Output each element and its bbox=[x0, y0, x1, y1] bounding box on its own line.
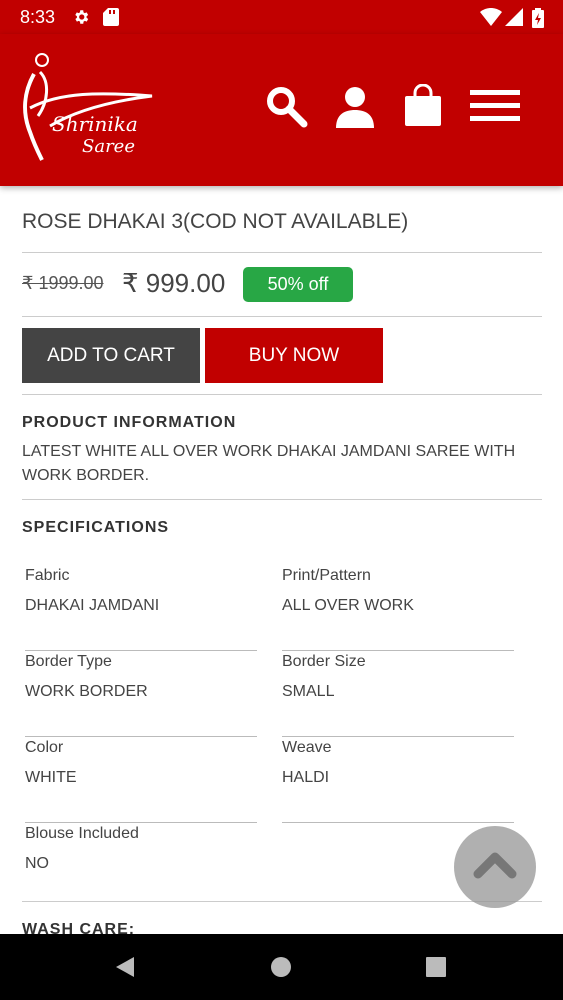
signal-icon bbox=[505, 8, 523, 26]
scroll-top-icon bbox=[473, 852, 517, 879]
spec-value: NO bbox=[25, 855, 49, 872]
divider bbox=[22, 252, 542, 253]
product-info-heading: PRODUCT INFORMATION bbox=[22, 414, 237, 431]
spec-label: Fabric bbox=[25, 567, 70, 584]
spec-border-type: Border Type WORK BORDER bbox=[25, 653, 257, 737]
scroll-top-button[interactable] bbox=[454, 826, 536, 908]
spec-weave: Weave HALDI bbox=[282, 739, 514, 823]
spec-print-pattern: Print/Pattern ALL OVER WORK bbox=[282, 567, 514, 651]
spec-divider bbox=[25, 736, 257, 737]
spec-label: Border Size bbox=[282, 653, 366, 670]
divider bbox=[22, 316, 542, 317]
spec-divider bbox=[282, 822, 514, 823]
spec-border-size: Border Size SMALL bbox=[282, 653, 514, 737]
settings-icon bbox=[75, 10, 89, 24]
spec-value: HALDI bbox=[282, 769, 330, 786]
spec-color: Color WHITE bbox=[25, 739, 257, 823]
brand-subtitle: Saree bbox=[82, 136, 135, 157]
back-icon[interactable] bbox=[114, 955, 136, 979]
spec-label: Color bbox=[25, 739, 64, 756]
wifi-icon bbox=[480, 8, 502, 26]
spec-label: Weave bbox=[282, 739, 332, 756]
spec-label: Blouse Included bbox=[25, 825, 139, 842]
sale-price: ₹ 999.00 bbox=[122, 268, 226, 298]
system-nav-bar bbox=[0, 934, 563, 1000]
spec-label: Print/Pattern bbox=[282, 567, 371, 584]
spec-value: DHAKAI JAMDANI bbox=[25, 597, 160, 614]
app-header: Shrinika Saree bbox=[0, 34, 563, 186]
spec-value: WHITE bbox=[25, 769, 77, 786]
divider bbox=[22, 394, 542, 395]
spec-fabric: Fabric DHAKAI JAMDANI bbox=[25, 567, 257, 651]
shopping-bag-icon[interactable] bbox=[401, 84, 445, 128]
specifications-heading: SPECIFICATIONS bbox=[22, 519, 170, 536]
status-time: 8:33 bbox=[20, 7, 56, 27]
add-to-cart-button[interactable]: ADD TO CART bbox=[22, 328, 200, 383]
product-title: ROSE DHAKAI 3(COD NOT AVAILABLE) bbox=[22, 210, 409, 233]
spec-divider bbox=[25, 650, 257, 651]
discount-badge: 50% off bbox=[243, 267, 353, 302]
recents-icon[interactable] bbox=[426, 957, 446, 977]
divider bbox=[22, 499, 542, 500]
spec-divider bbox=[282, 650, 514, 651]
user-icon[interactable] bbox=[333, 84, 377, 128]
home-icon[interactable] bbox=[270, 956, 292, 978]
status-bar: 8:33 bbox=[0, 0, 563, 34]
search-icon[interactable] bbox=[264, 84, 308, 128]
brand-name: Shrinika bbox=[52, 112, 138, 136]
spec-divider bbox=[282, 736, 514, 737]
spec-blouse-included: Blouse Included NO bbox=[25, 825, 257, 873]
sd-card-icon bbox=[103, 8, 119, 26]
brand-logo[interactable]: Shrinika Saree bbox=[20, 52, 160, 164]
spec-divider bbox=[25, 822, 257, 823]
original-price: ₹ 1999.00 bbox=[22, 273, 104, 293]
menu-icon[interactable] bbox=[470, 84, 520, 128]
spec-label: Border Type bbox=[25, 653, 112, 670]
spec-value: WORK BORDER bbox=[25, 683, 148, 700]
product-description: LATEST WHITE ALL OVER WORK DHAKAI JAMDAN… bbox=[22, 443, 516, 484]
buy-now-button[interactable]: BUY NOW bbox=[205, 328, 383, 383]
spec-value: ALL OVER WORK bbox=[282, 597, 414, 614]
battery-icon bbox=[532, 8, 544, 28]
spec-value: SMALL bbox=[282, 683, 335, 700]
